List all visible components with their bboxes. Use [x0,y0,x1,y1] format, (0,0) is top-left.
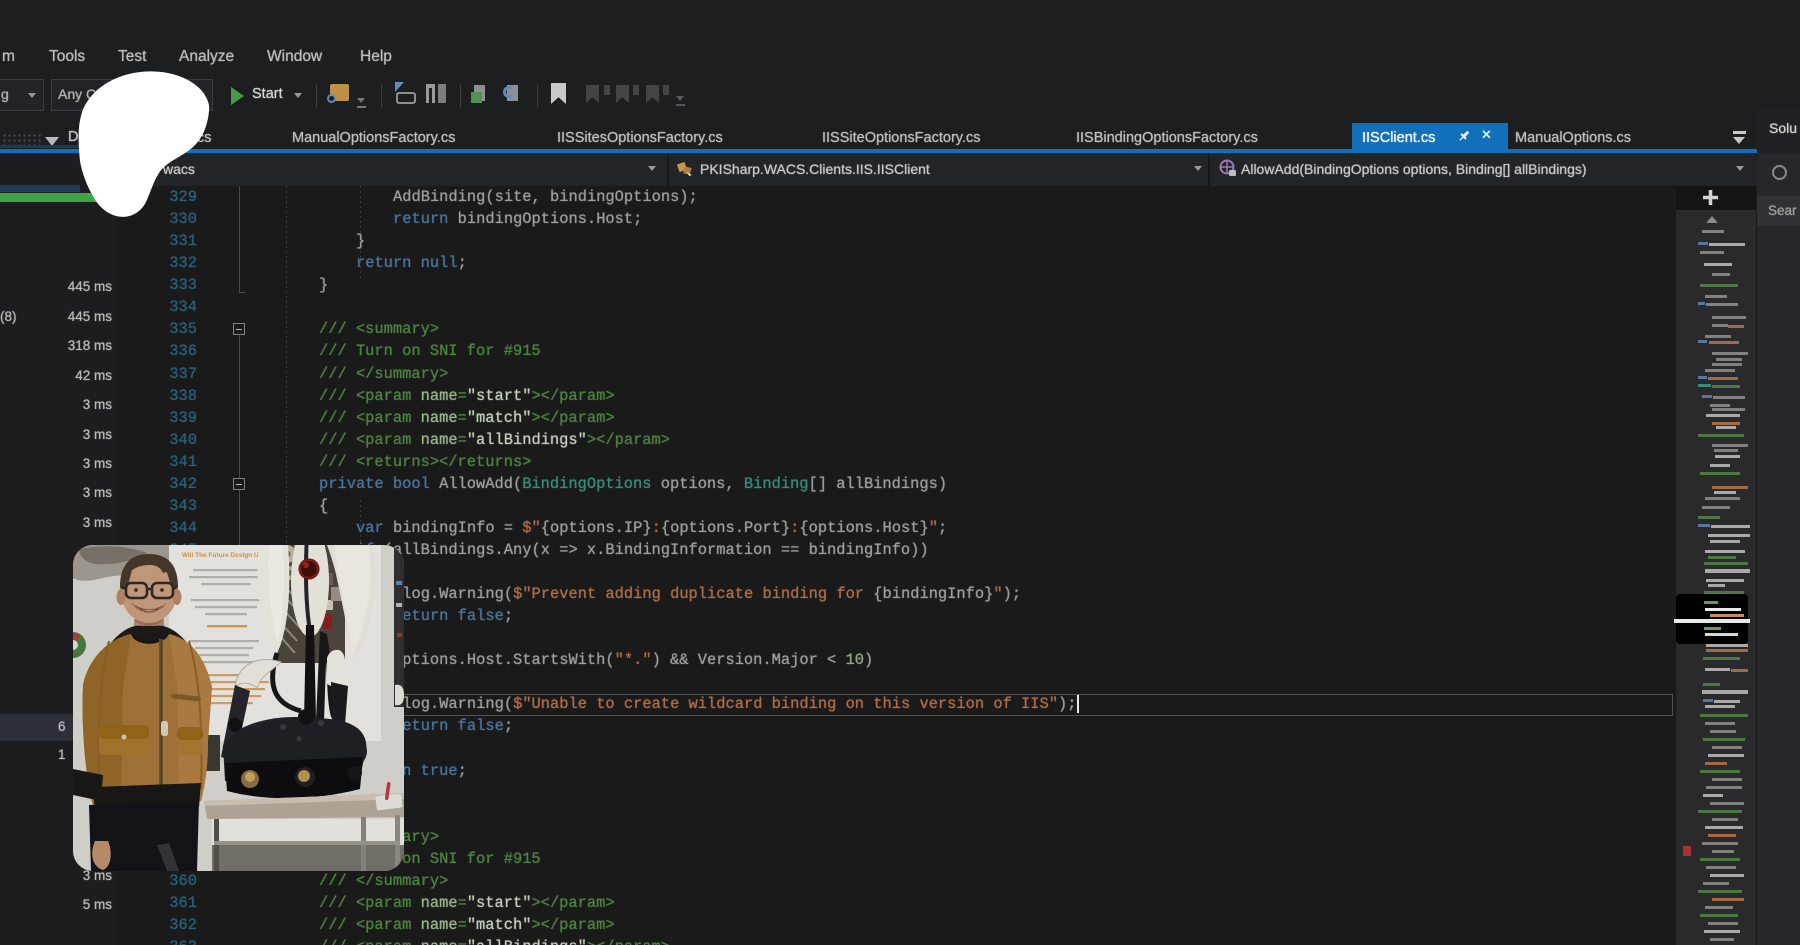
svg-text:Will The Future Design Us ?: Will The Future Design Us ? [182,552,268,559]
